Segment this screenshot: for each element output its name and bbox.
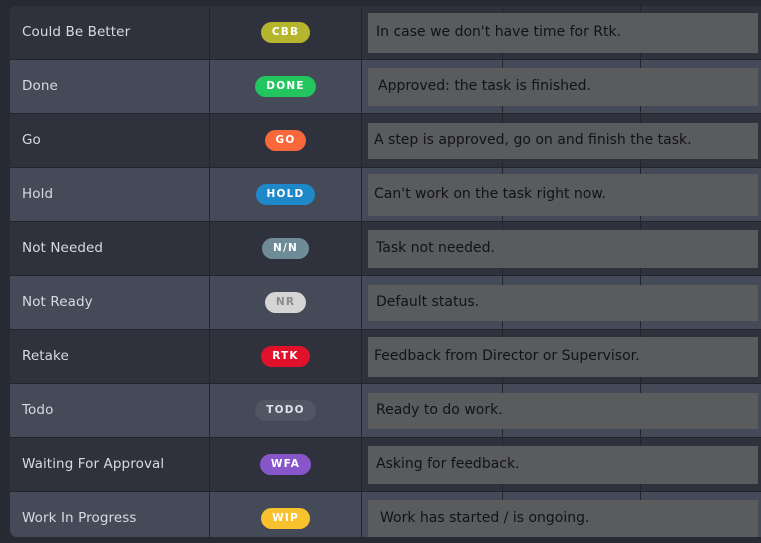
description-field[interactable]: Can't work on the task right now. [368,173,758,216]
description-field[interactable]: Asking for feedback. [368,445,758,484]
description-field[interactable]: Approved: the task is finished. [368,67,758,106]
status-name-label: Hold [22,186,54,203]
status-name-label: Not Ready [22,294,93,311]
status-name-cell[interactable]: Todo [10,383,210,438]
status-code-cell[interactable]: WIP [209,491,362,537]
status-description-cell[interactable]: A step is approved, go on and finish the… [361,113,761,168]
status-badge[interactable]: N/N [261,238,309,259]
badge-wrapper: WIP [210,492,361,537]
status-description-cell[interactable]: Ready to do work. [361,383,761,438]
badge-wrapper: RTK [210,330,361,383]
status-name-label: Not Needed [22,240,104,257]
status-description-cell[interactable]: Asking for feedback. [361,437,761,492]
status-name-label: Work In Progress [22,510,137,527]
badge-wrapper: TODO [210,384,361,437]
status-name-cell[interactable]: Waiting For Approval [10,437,210,492]
status-code-cell[interactable]: DONE [209,59,362,114]
badge-wrapper: N/N [210,222,361,275]
status-description-cell[interactable]: Feedback from Director or Supervisor. [361,329,761,384]
status-description-cell[interactable]: Can't work on the task right now. [361,167,761,222]
status-name-cell[interactable]: Retake [10,329,210,384]
status-table: Could Be Better CBB In case we don't have … [10,6,761,537]
badge-wrapper: WFA [210,438,361,491]
status-badge[interactable]: CBB [260,22,311,43]
table-row[interactable]: Not Needed N/N Task not needed. [10,221,761,276]
status-badge[interactable]: NR [264,292,307,313]
status-code-cell[interactable]: NR [209,275,362,330]
badge-wrapper: CBB [210,6,361,59]
status-name-cell[interactable]: Go [10,113,210,168]
table-row[interactable]: Waiting For Approval WFA Asking for feedba… [10,437,761,492]
description-field[interactable]: Work has started / is ongoing. [368,499,758,537]
status-name-cell[interactable]: Done [10,59,210,114]
status-name-cell[interactable]: Could Be Better [10,6,210,60]
status-badge[interactable]: HOLD [255,184,316,205]
description-field[interactable]: Feedback from Director or Supervisor. [368,336,758,377]
status-code-cell[interactable]: TODO [209,383,362,438]
status-badge[interactable]: WFA [259,454,312,475]
status-name-label: Go [22,132,41,149]
table-row[interactable]: Not Ready NR Default status. [10,275,761,330]
status-description-cell[interactable]: Work has started / is ongoing. [362,492,761,537]
description-field[interactable]: Default status. [368,284,758,321]
status-name-label: Could Be Better [22,24,131,41]
status-list-page: Could Be Better CBB In case we don't have … [0,0,761,543]
status-description-cell[interactable]: Default status. [361,275,761,330]
table-row[interactable]: Could Be Better CBB In case we don't have … [10,6,761,60]
status-badge[interactable]: RTK [261,346,310,367]
table-row[interactable]: Done DONE Approved: the task is finished. [10,59,761,114]
status-code-cell[interactable]: RTK [209,329,362,384]
status-code-cell[interactable]: GO [209,113,362,168]
status-badge[interactable]: WIP [261,508,310,529]
status-table-container: Could Be Better CBB In case we don't have … [10,6,761,537]
table-row[interactable]: Hold HOLD Can't work on the task right now… [10,167,761,222]
status-name-cell[interactable]: Not Needed [10,221,210,276]
status-badge[interactable]: TODO [255,400,316,421]
badge-wrapper: GO [210,114,361,167]
status-description-cell[interactable]: Approved: the task is finished. [361,59,761,114]
status-badge[interactable]: GO [264,130,307,151]
status-name-label: Retake [22,348,69,365]
table-row[interactable]: Todo TODO Ready to do work. [10,383,761,438]
badge-wrapper: NR [210,276,361,329]
status-code-cell[interactable]: WFA [209,437,362,492]
status-name-label: Waiting For Approval [22,456,165,473]
status-name-label: Done [22,78,58,95]
description-field[interactable]: A step is approved, go on and finish the… [368,122,758,159]
status-description-cell[interactable]: Task not needed. [361,221,761,276]
status-code-cell[interactable]: CBB [209,6,362,60]
status-name-label: Todo [22,402,54,419]
description-field[interactable]: In case we don't have time for Rtk. [368,12,758,53]
status-table-body: Could Be Better CBB In case we don't have … [10,6,761,537]
table-row[interactable]: Work In Progress WIP Work has started / is… [10,491,761,537]
status-code-cell[interactable]: HOLD [209,167,362,222]
table-row[interactable]: Retake RTK Feedback from Director or Super… [10,329,761,384]
description-field[interactable]: Task not needed. [368,229,758,268]
description-field[interactable]: Ready to do work. [368,392,758,429]
badge-wrapper: DONE [210,60,361,113]
status-name-cell[interactable]: Hold [10,167,210,222]
badge-wrapper: HOLD [210,168,361,221]
table-row[interactable]: Go GO A step is approved, go on and finish… [10,113,761,168]
status-name-cell[interactable]: Work In Progress [10,491,210,537]
status-description-cell[interactable]: In case we don't have time for Rtk. [361,6,761,60]
status-code-cell[interactable]: N/N [209,221,362,276]
status-name-cell[interactable]: Not Ready [10,275,210,330]
status-badge[interactable]: DONE [255,76,316,97]
